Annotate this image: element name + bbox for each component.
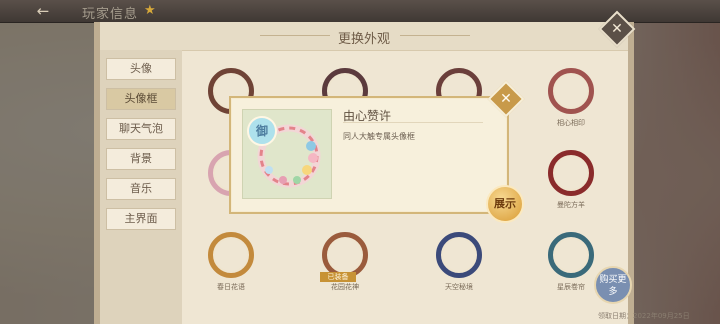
page-title: 玩家信息 bbox=[82, 7, 139, 22]
frame-detail-popup: 御 由心赞许 同人大触专属头像框 bbox=[229, 96, 509, 214]
obtain-date: 领取日期：2022年09月25日 bbox=[598, 312, 690, 320]
frame-badge: 御 bbox=[247, 116, 277, 146]
avatar-frame-item[interactable] bbox=[548, 68, 594, 114]
avatar-frame-item[interactable] bbox=[548, 232, 594, 278]
back-button[interactable]: ← bbox=[30, 2, 56, 20]
category-sidebar: 头像 头像框 聊天气泡 背景 音乐 主界面 bbox=[100, 50, 182, 324]
title-ornament-right bbox=[400, 35, 470, 36]
show-button[interactable]: 展示 bbox=[486, 185, 524, 223]
close-icon: ✕ bbox=[611, 21, 623, 37]
avatar-frame-label: 相心相印 bbox=[557, 119, 585, 127]
star-icon: ★ bbox=[144, 3, 156, 18]
avatar-frame-item[interactable] bbox=[208, 232, 254, 278]
avatar-frame-label: 星辰卷帘 bbox=[557, 283, 585, 291]
avatar-frame-label: 天空秘境 bbox=[445, 283, 473, 291]
avatar-frame-label: 曼陀方羊 bbox=[557, 201, 585, 209]
sidebar-item-background[interactable]: 背景 bbox=[106, 148, 176, 170]
sidebar-item-chat-bubble[interactable]: 聊天气泡 bbox=[106, 118, 176, 140]
buy-more-button[interactable]: 购买更多 bbox=[594, 266, 632, 304]
sidebar-item-avatar[interactable]: 头像 bbox=[106, 58, 176, 80]
sidebar-item-main-screen[interactable]: 主界面 bbox=[106, 208, 176, 230]
popup-divider bbox=[343, 122, 483, 123]
close-icon: ✕ bbox=[500, 91, 512, 107]
avatar-frame-item[interactable] bbox=[436, 232, 482, 278]
avatar-frame-label: 花园花神 bbox=[331, 283, 359, 291]
avatar-frame-item[interactable] bbox=[548, 150, 594, 196]
sidebar-item-music[interactable]: 音乐 bbox=[106, 178, 176, 200]
dialog-title: 更换外观 bbox=[337, 32, 390, 47]
arrow-left-icon: ← bbox=[36, 2, 50, 20]
frame-preview: 御 bbox=[242, 109, 332, 199]
dialog-header: 更换外观 bbox=[100, 22, 628, 51]
frame-description: 同人大触专属头像框 bbox=[343, 132, 415, 141]
avatar-frame-label: 春日花语 bbox=[217, 283, 245, 291]
sidebar-item-avatar-frame[interactable]: 头像框 bbox=[106, 88, 176, 110]
equipped-tag: 已装备 bbox=[320, 272, 356, 282]
